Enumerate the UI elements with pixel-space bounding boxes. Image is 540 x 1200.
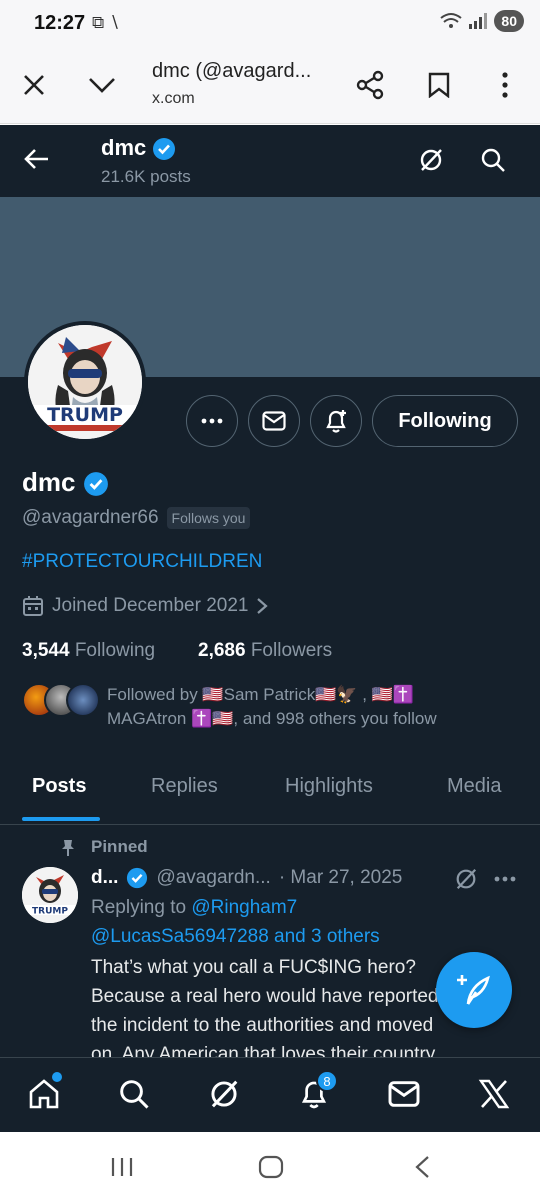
bell-plus-icon [326,410,346,433]
verified-badge-icon [83,472,108,497]
search-icon[interactable] [118,1078,150,1110]
profile-handle: @avagardner66 [22,507,159,528]
avatar-image: TRUMP [28,325,142,439]
wifi-icon [440,13,463,28]
chevron-down-icon[interactable] [88,76,116,94]
profile-display-name: dmc [22,467,76,497]
joined-date: Joined December 2021 [52,595,249,616]
notify-button[interactable] [310,395,362,447]
followed-by-text[interactable]: Followed by 🇺🇸Sam Patrick🇺🇸🦅 , 🇺🇸✝️ MAGA… [107,683,437,731]
verified-badge-icon [153,138,176,161]
profile-avatar[interactable]: TRUMP [24,321,146,443]
post-avatar-trump-text: TRUMP [32,907,68,917]
browser-url: x.com [152,90,195,107]
system-navigation-bar [0,1132,540,1200]
grok-icon[interactable] [454,867,478,891]
home-unread-dot [52,1072,62,1082]
tab-posts[interactable]: Posts [32,775,86,798]
joined-row[interactable]: Joined December 2021 [22,595,269,617]
followers-count: 2,686 [198,640,246,661]
following-button[interactable]: Following [372,395,518,447]
active-tab-indicator [22,817,100,821]
home-button-icon[interactable] [258,1155,284,1179]
following-count: 3,544 [22,640,70,661]
x-profile-app: dmc 21.6K posts TRUMP Following dmc @ava… [0,125,540,1132]
profile-bio-hashtag[interactable]: #PROTECTOURCHILDREN [22,551,262,573]
more-options-button[interactable] [186,395,238,447]
post-more-icon[interactable] [494,876,516,882]
browser-page-title: dmc (@avagard... [152,60,312,82]
status-notification-icons: ⧉ ∖ [92,13,120,32]
feather-plus-icon [457,975,490,1005]
back-icon[interactable] [414,1155,430,1179]
close-icon[interactable] [22,73,46,97]
profile-handle-row: @avagardner66 Follows you [22,507,251,529]
post-text-line: Because a real hero would have reported [91,986,439,1007]
avatar-trump-text: TRUMP [47,404,123,426]
search-icon[interactable] [480,147,506,173]
followers-label: Followers [250,640,333,661]
post-author-avatar[interactable]: TRUMP [22,867,78,923]
follows-you-badge: Follows you [166,507,251,529]
post-text-line: That’s what you call a FUC$ING hero? [91,957,416,978]
post-author-handle[interactable]: @avagardn... [156,867,270,889]
status-time: 12:27 [34,12,86,34]
battery-icon: 80 [494,10,524,32]
post-author-name[interactable]: d... [91,867,118,889]
recent-apps-icon[interactable] [110,1156,134,1178]
more-horizontal-icon [201,418,223,424]
notifications-badge: 8 [316,1070,338,1092]
signal-icon [469,13,488,29]
verified-badge-icon [127,867,148,889]
bottom-navigation: 8 [0,1057,540,1132]
replying-to-row: Replying to @Ringham7 [91,897,297,919]
status-bar: 12:27 ⧉ ∖ 80 [0,0,540,46]
status-right-icons: 80 [440,10,524,32]
replying-to-label: Replying to [91,897,187,918]
envelope-icon[interactable] [388,1080,420,1108]
message-button[interactable] [248,395,300,447]
share-icon[interactable] [356,70,386,100]
back-arrow-icon[interactable] [24,148,50,170]
followed-by-avatars[interactable] [22,683,100,717]
following-label: Following [74,640,156,661]
pinned-label: Pinned [91,837,148,856]
post-date[interactable]: · Mar 27, 2025 [279,867,403,889]
tab-highlights[interactable]: Highlights [285,775,373,798]
profile-top-bar: dmc 21.6K posts [0,125,540,197]
browser-bar: dmc (@avagard... x.com [0,46,540,124]
replying-to-user[interactable]: @Ringham7 [191,897,297,918]
post-avatar-image: TRUMP [22,867,78,923]
follower-avatar [66,683,100,717]
calendar-icon [23,596,43,616]
tabs-divider [0,824,540,825]
x-logo-icon[interactable] [478,1078,510,1110]
grok-icon[interactable] [208,1078,240,1110]
grok-icon[interactable] [418,147,444,173]
followers-count-link[interactable]: 2,686 Followers [198,640,332,662]
envelope-icon [262,411,286,431]
followed-by-line1: Followed by 🇺🇸Sam Patrick🇺🇸🦅 , 🇺🇸✝️ [107,685,415,704]
chevron-right-icon [257,598,269,614]
replying-to-others[interactable]: @LucasSa56947288 and 3 others [91,926,380,948]
more-vertical-icon[interactable] [500,72,510,98]
following-count-link[interactable]: 3,544 Following [22,640,155,662]
header-posts-count: 21.6K posts [101,167,191,186]
home-icon[interactable] [28,1078,60,1110]
bookmark-icon[interactable] [428,72,450,98]
post-text-line: the incident to the authorities and move… [91,1015,434,1036]
post-header-row: d... @avagardn... · Mar 27, 2025 [91,867,402,889]
compose-post-button[interactable] [436,952,512,1028]
followed-by-line2: MAGAtron ✝️🇺🇸, and 998 others you follow [107,709,437,728]
header-title-row: dmc [101,135,176,161]
profile-name-row: dmc [22,467,109,498]
tab-media[interactable]: Media [447,775,501,798]
header-name: dmc [101,135,147,160]
tab-replies[interactable]: Replies [151,775,218,798]
pin-icon [62,840,74,856]
